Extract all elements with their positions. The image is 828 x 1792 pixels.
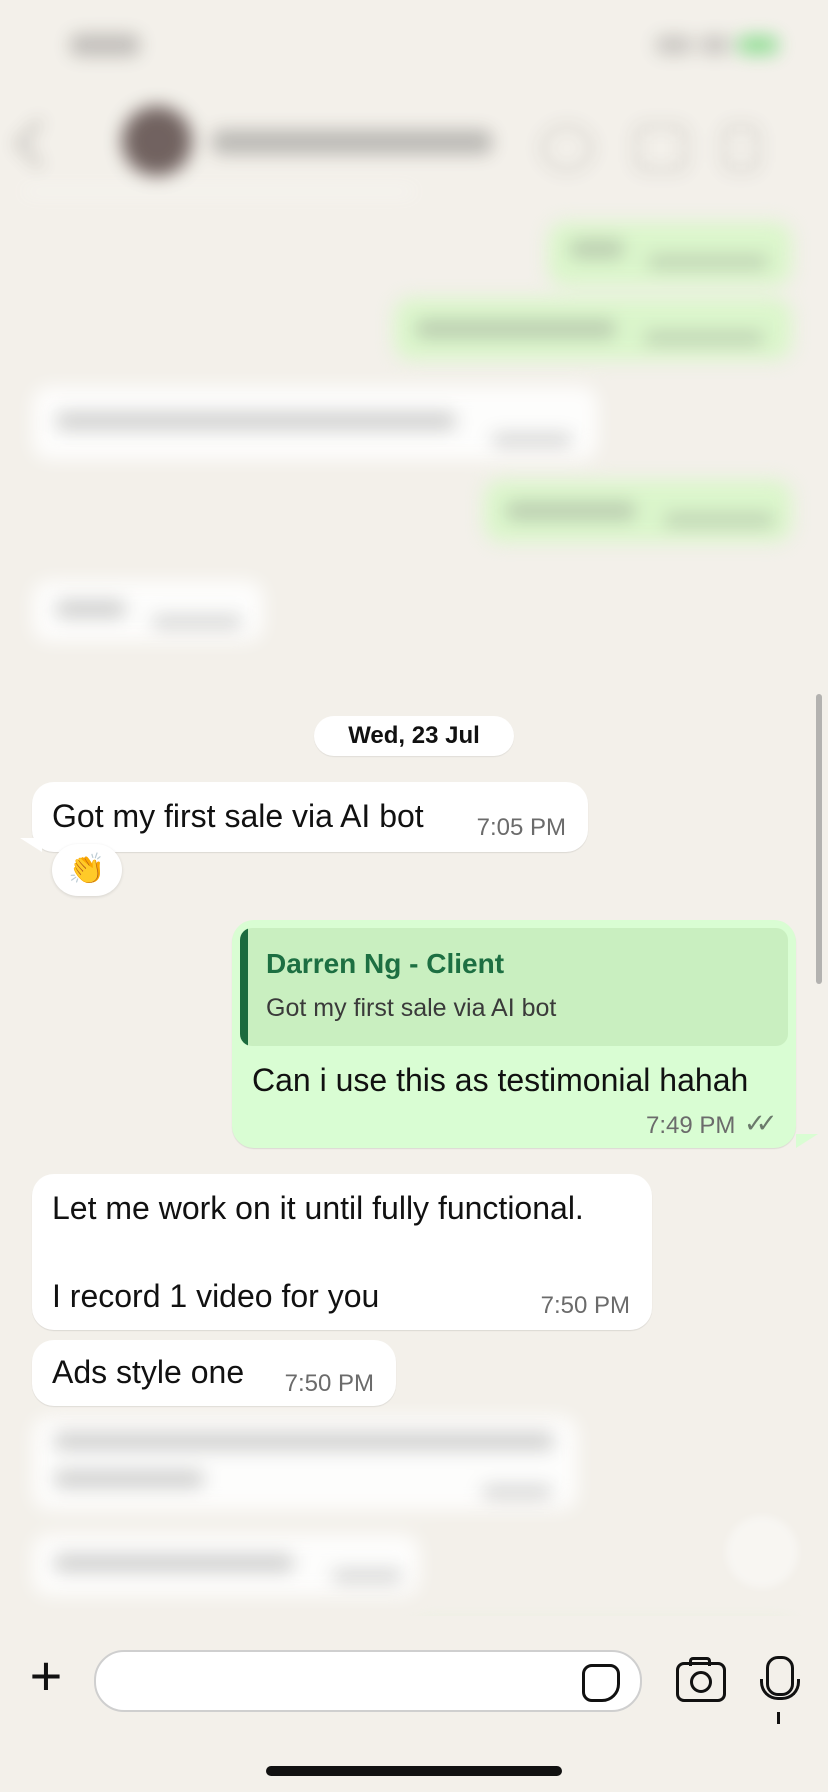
home-indicator[interactable] [266,1766,562,1776]
double-check-icon: ✓✓ [744,1108,777,1138]
message-time: 7:50 PM [284,1370,374,1397]
message-text: Let me work on it until fully functional… [52,1190,584,1314]
message-time: 7:05 PM [476,814,566,841]
video-call-icon[interactable] [634,124,688,172]
scroll-down-button[interactable] [726,1516,798,1588]
microphone-stem [777,1712,780,1724]
blurred-bubble [32,1534,420,1596]
date-separator: Wed, 23 Jul [314,716,514,756]
blurred-bubble [32,1416,578,1510]
quote-bar [240,928,248,1046]
message-time: 7:49 PM [646,1112,736,1139]
reaction-clap[interactable]: 👏 [52,844,122,896]
bubble-tail [20,838,42,852]
message-bubble-incoming[interactable]: Let me work on it until fully functional… [32,1174,652,1330]
scrollbar[interactable] [816,694,822,984]
ai-icon[interactable] [540,124,594,172]
blurred-bubble [394,298,792,360]
message-text: Ads style one [52,1354,245,1390]
status-time [70,34,140,56]
sticker-icon[interactable] [582,1664,620,1702]
quoted-message[interactable]: Darren Ng - Client Got my first sale via… [240,928,788,1046]
quote-text: Got my first sale via AI bot [266,994,557,1022]
status-icons [648,36,788,56]
phone-icon[interactable] [722,124,760,172]
camera-icon[interactable] [676,1657,726,1702]
message-time: 7:50 PM [540,1292,630,1319]
back-icon[interactable] [14,118,65,169]
blurred-bubble [32,386,598,460]
message-text: Can i use this as testimonial hahah [252,1062,749,1098]
status-bar [0,0,828,96]
message-text: Got my first sale via AI bot [52,798,424,834]
plus-icon[interactable]: + [22,1648,70,1704]
message-bubble-incoming[interactable]: Ads style one 7:50 PM [32,1340,396,1406]
chat-header [0,96,828,188]
quote-author: Darren Ng - Client [266,948,505,979]
blurred-bubble [548,222,792,286]
message-bubble-incoming[interactable]: Got my first sale via AI bot 7:05 PM [32,782,588,852]
contact-name[interactable] [212,130,492,154]
microphone-icon[interactable] [760,1656,800,1700]
contact-avatar[interactable] [122,106,192,176]
message-input[interactable] [94,1650,642,1712]
header-divider [24,190,414,193]
bubble-tail [796,1134,818,1148]
blurred-bubble [484,480,792,542]
blurred-bubble [32,580,264,642]
